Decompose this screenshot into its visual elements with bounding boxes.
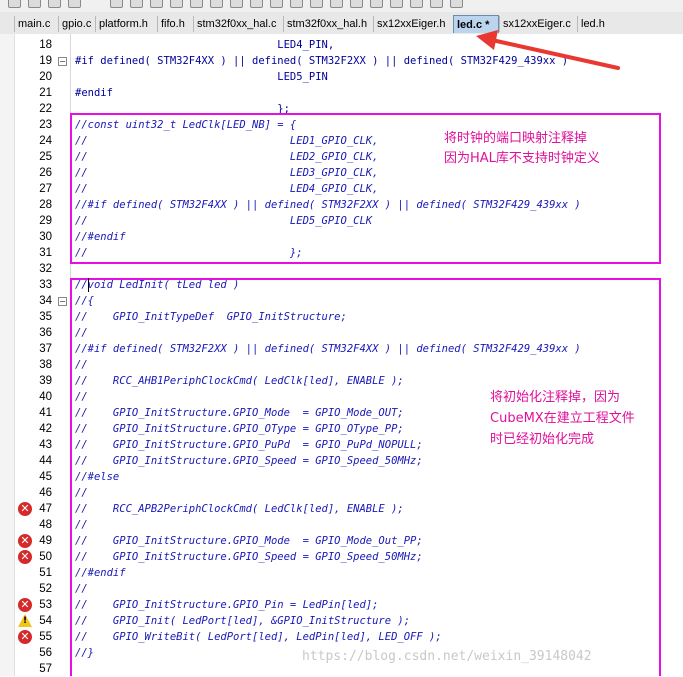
- watermark: https://blog.csdn.net/weixin_39148042: [302, 649, 592, 664]
- text-cursor: [88, 278, 89, 292]
- red-arrow-annotation: [476, 30, 620, 70]
- arrow-shaft: [490, 38, 620, 70]
- arrow-head: [476, 30, 498, 50]
